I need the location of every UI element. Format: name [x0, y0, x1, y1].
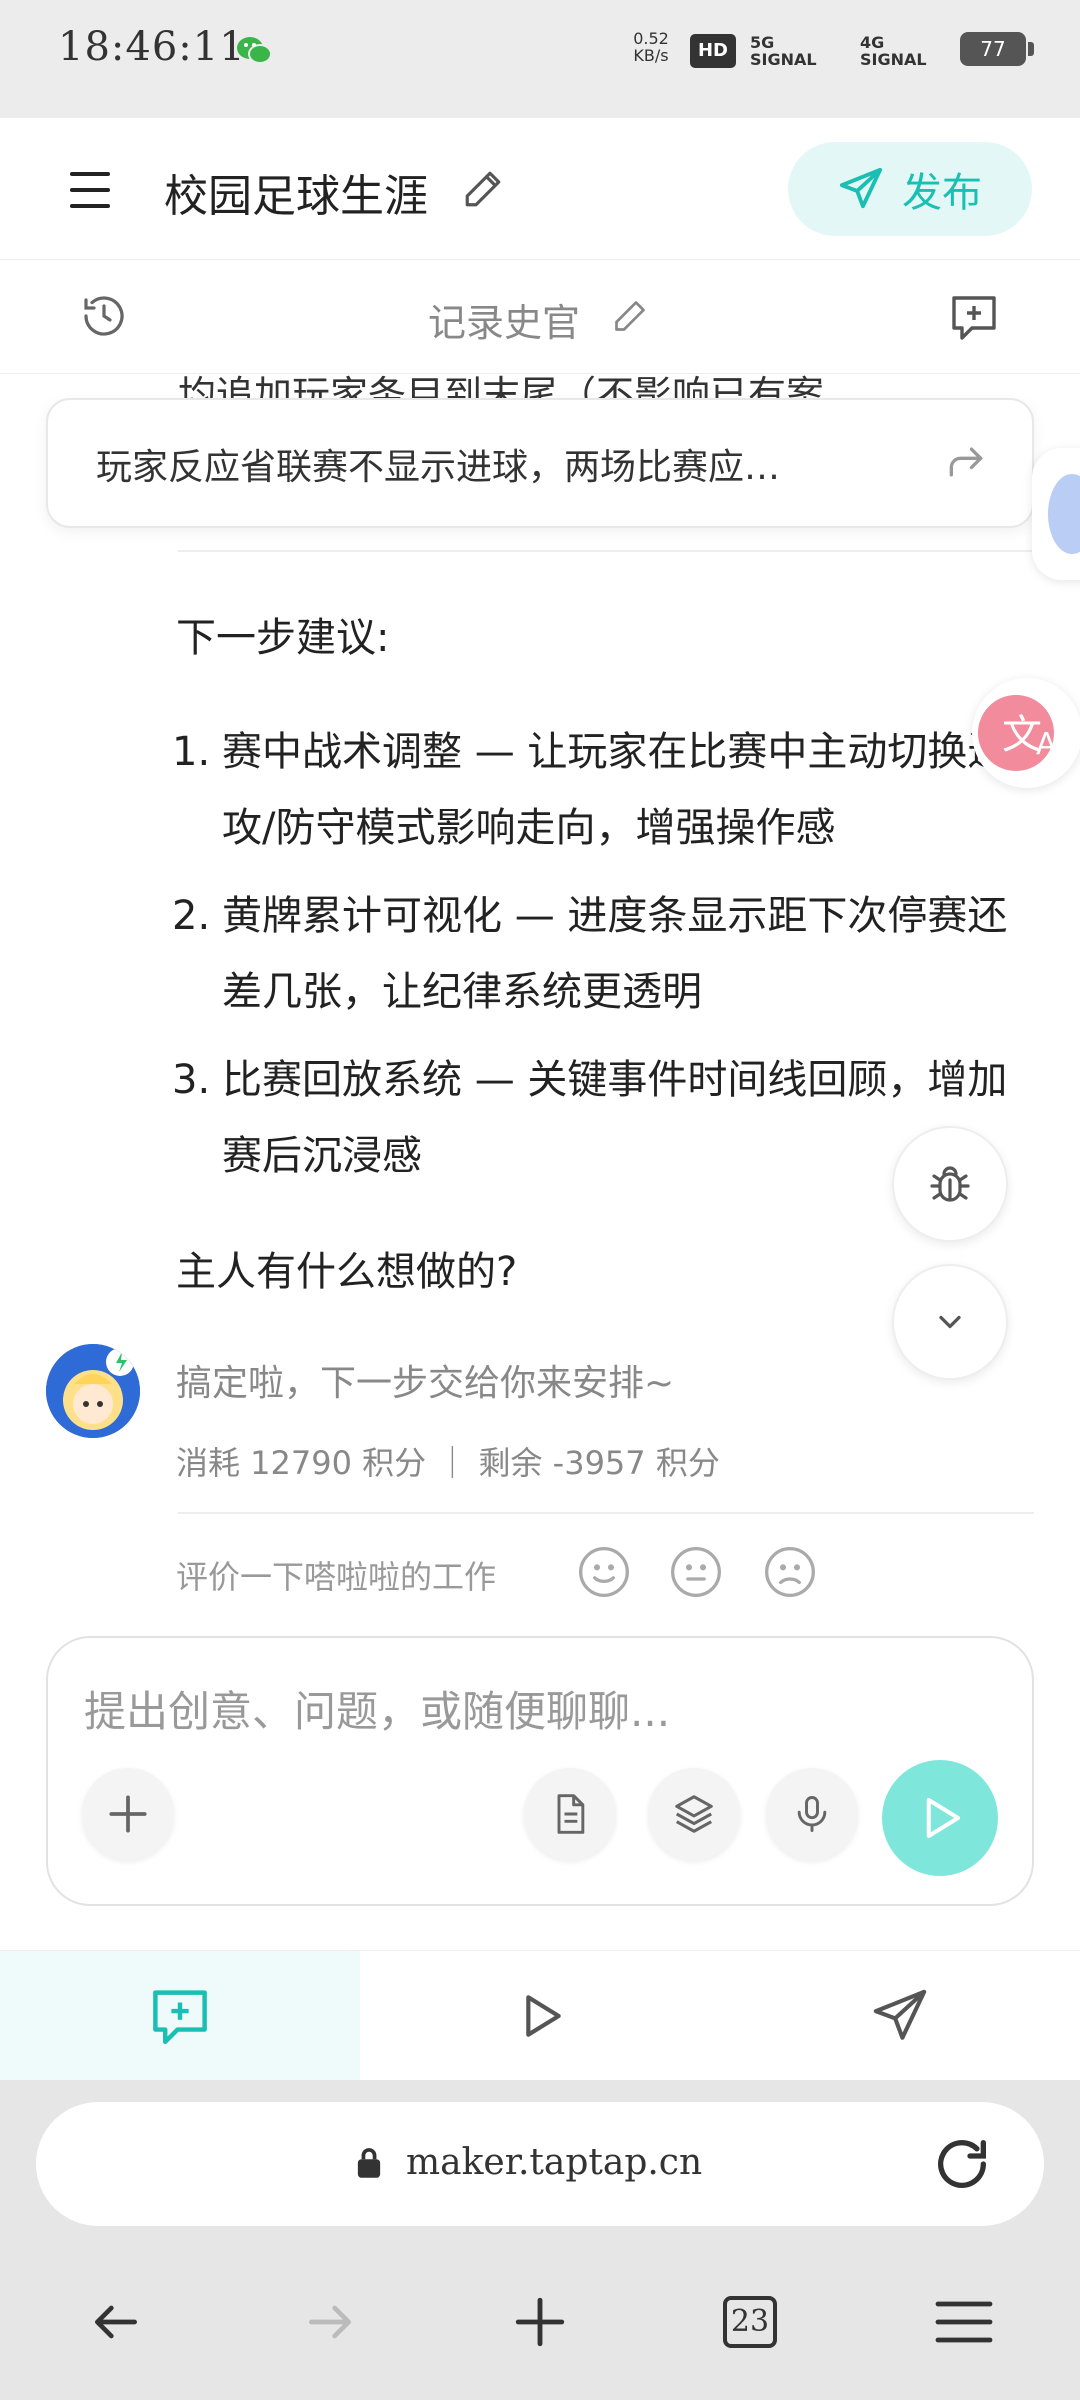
translate-button[interactable]: 文A — [972, 678, 1080, 788]
tab-count: 23 — [723, 2296, 777, 2348]
play-icon — [526, 1995, 561, 2037]
banner-text: 玩家反应省联赛不显示进球，两场比赛应… — [96, 447, 781, 488]
plus-icon — [515, 2297, 565, 2347]
chat-plus-icon — [153, 1990, 207, 2045]
rating-label: 评价一下嗒啦啦的工作 — [176, 1558, 497, 1596]
tabs-button[interactable]: 23 — [700, 2282, 800, 2362]
document-icon — [557, 1794, 585, 1834]
play-icon — [926, 1797, 961, 1839]
send-icon — [873, 1989, 927, 2040]
sad-face-icon[interactable] — [762, 1544, 818, 1600]
history-icon[interactable] — [80, 292, 128, 344]
hd-badge: HD — [690, 34, 736, 68]
item-text: 黄牌累计可视化 — 进度条显示距下次停赛还差几张，让纪律系统更透明 — [222, 893, 1008, 1015]
network-speed: 0.52 KB/s — [633, 29, 669, 65]
battery-indicator: 77 — [960, 32, 1034, 66]
tab-publish[interactable] — [720, 1951, 1080, 2081]
bug-icon — [930, 1166, 970, 1202]
signal-4g: 4G SIGNAL — [860, 33, 927, 69]
forward-arrow-icon[interactable] — [944, 440, 988, 488]
svg-text:A: A — [1036, 727, 1057, 762]
reload-icon[interactable] — [930, 2132, 994, 2200]
plus-icon — [109, 1795, 147, 1833]
menu-icon[interactable] — [70, 172, 110, 208]
publish-button[interactable]: 发布 — [788, 142, 1032, 236]
suggestion-item: 2. 黄牌累计可视化 — 进度条显示距下次停赛还差几张，让纪律系统更透明 — [172, 878, 1038, 1038]
document-button[interactable] — [524, 1768, 616, 1860]
add-button[interactable] — [82, 1768, 174, 1860]
chat-input[interactable]: 提出创意、问题，或随便聊聊... — [84, 1678, 670, 1739]
credit-usage: 消耗 12790 积分 ｜ 剩余 -3957 积分 — [176, 1444, 720, 1482]
debug-button[interactable] — [892, 1126, 1008, 1242]
divider — [178, 550, 1034, 552]
signal-5g: 5G SIGNAL — [750, 33, 817, 69]
tab-play[interactable] — [360, 1951, 720, 2081]
browser-menu-button[interactable] — [914, 2282, 1014, 2362]
edit-title-icon[interactable] — [462, 168, 504, 214]
side-assistant-tab[interactable] — [1032, 448, 1080, 580]
assistant-status-text: 搞定啦，下一步交给你来安排~ — [176, 1363, 675, 1404]
happy-face-icon[interactable] — [576, 1544, 632, 1600]
address-bar[interactable]: maker.taptap.cn — [36, 2102, 1044, 2226]
chevron-down-icon — [939, 1315, 961, 1329]
item-number: 2. — [172, 893, 211, 939]
send-button[interactable] — [882, 1760, 998, 1876]
wechat-icon — [236, 34, 272, 70]
edit-chat-title-icon[interactable] — [612, 298, 648, 338]
hamburger-icon — [935, 2301, 993, 2343]
scroll-down-button[interactable] — [892, 1264, 1008, 1380]
arrow-right-icon — [309, 2305, 351, 2339]
assistant-question: 主人有什么想做的? — [176, 1249, 518, 1295]
status-bar: 18:46:11 0.52 KB/s HD 5G SIGNAL 4G SIGNA… — [0, 0, 1080, 118]
forward-button[interactable] — [280, 2282, 380, 2362]
new-chat-icon[interactable] — [948, 292, 1000, 346]
user-request-banner[interactable]: 玩家反应省联赛不显示进球，两场比赛应… — [46, 398, 1034, 528]
page-title: 校园足球生涯 — [164, 171, 428, 222]
arrow-left-icon — [95, 2305, 138, 2339]
divider — [178, 1512, 1034, 1514]
next-steps-title: 下一步建议: — [176, 615, 390, 661]
back-button[interactable] — [66, 2282, 166, 2362]
assistant-avatar — [46, 1344, 140, 1438]
clipped-message-line: 均追加玩家条目到末尾（不影响已有案 — [178, 373, 825, 400]
neutral-face-icon[interactable] — [668, 1544, 724, 1600]
clock: 18:46:11 — [58, 24, 246, 70]
send-icon — [839, 167, 883, 209]
microphone-icon — [797, 1796, 827, 1832]
item-number: 3. — [172, 1057, 211, 1103]
bottom-tab-bar — [0, 1950, 1080, 2081]
chat-title: 记录史官 — [428, 301, 581, 345]
item-text: 赛中战术调整 — 让玩家在比赛中主动切换进攻/防守模式影响走向，增强操作感 — [222, 729, 1008, 851]
chat-input-box[interactable]: 提出创意、问题，或随便聊聊... — [46, 1636, 1034, 1906]
item-number: 1. — [172, 729, 211, 775]
publish-label: 发布 — [902, 170, 982, 216]
new-tab-button[interactable] — [490, 2282, 590, 2362]
microphone-button[interactable] — [766, 1768, 858, 1860]
suggestion-item: 1. 赛中战术调整 — 让玩家在比赛中主动切换进攻/防守模式影响走向，增强操作感 — [172, 714, 1038, 874]
translate-icon: 文A — [978, 695, 1057, 771]
tab-chat[interactable] — [0, 1951, 360, 2081]
url-text: maker.taptap.cn — [406, 2142, 703, 2183]
layers-button[interactable] — [648, 1768, 740, 1860]
layers-icon — [675, 1795, 713, 1833]
lock-icon — [356, 2146, 382, 2182]
